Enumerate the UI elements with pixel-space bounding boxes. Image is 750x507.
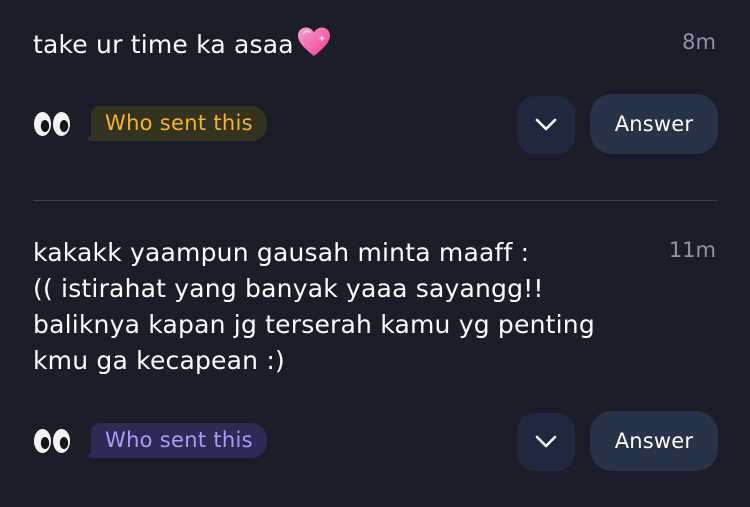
expand-button[interactable] (517, 96, 575, 154)
eyes-icon (34, 112, 70, 136)
message-time: 8m (682, 30, 716, 54)
message-body: take ur time ka asaa (33, 30, 294, 59)
chevron-down-icon (535, 118, 557, 131)
message-text: take ur time ka asaa (33, 26, 633, 63)
message-actions: Who sent this Answer (0, 411, 750, 471)
expand-button[interactable] (517, 413, 575, 471)
message-text: kakakk yaampun gausah minta maaff : (( i… (33, 238, 595, 375)
who-sent-this-badge[interactable]: Who sent this (91, 423, 267, 458)
message-feed: take ur time ka asaa 8m Who sent this An… (0, 0, 750, 507)
eyes-icon (34, 429, 70, 453)
chevron-down-icon (535, 435, 557, 448)
heart-icon (297, 27, 330, 56)
who-sent-this-badge[interactable]: Who sent this (91, 106, 267, 141)
divider (33, 200, 717, 201)
message-time: 11m (668, 238, 716, 262)
answer-button[interactable]: Answer (590, 411, 718, 471)
answer-button[interactable]: Answer (590, 94, 718, 154)
message-actions: Who sent this Answer (0, 94, 750, 154)
message-card: take ur time ka asaa 8m Who sent this An… (0, 0, 750, 200)
message-card: kakakk yaampun gausah minta maaff : (( i… (0, 203, 750, 507)
